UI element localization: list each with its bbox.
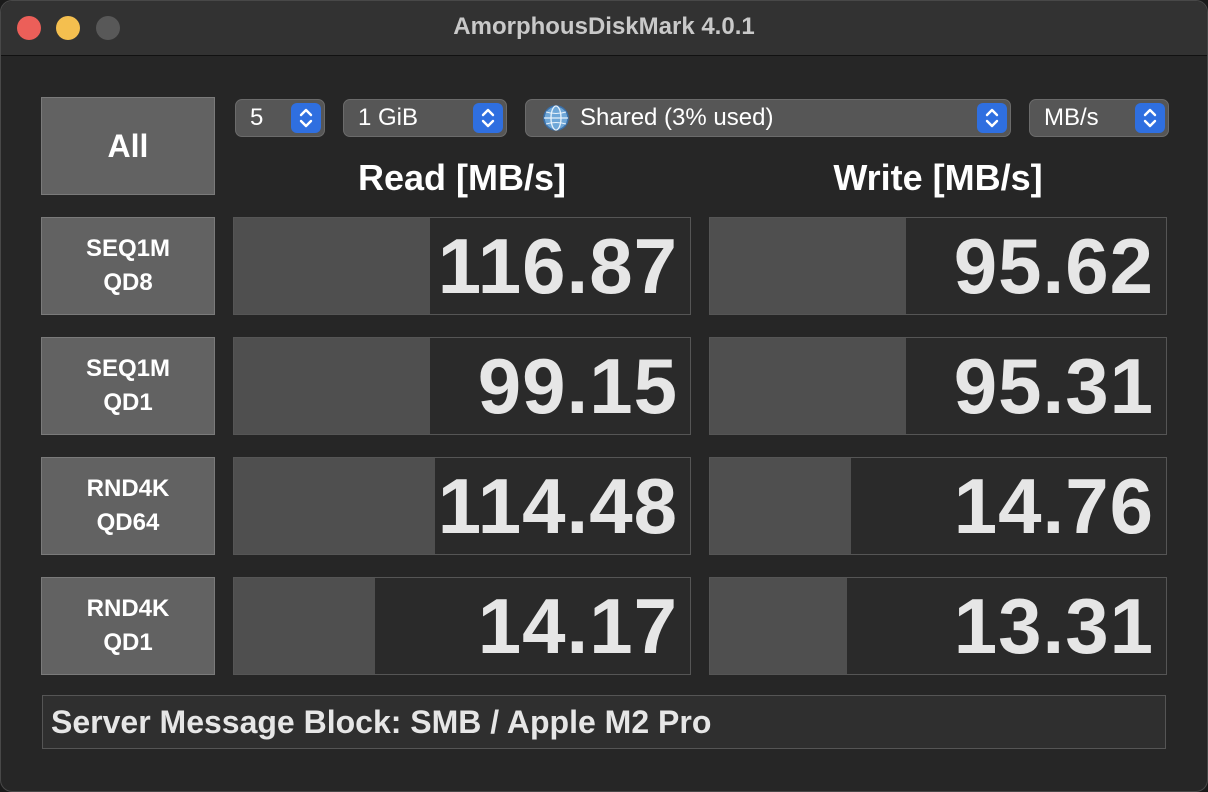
result-bar bbox=[710, 338, 907, 434]
test-button-seq1m-qd8[interactable]: SEQ1M QD8 bbox=[41, 217, 215, 315]
target-volume-value: Shared (3% used) bbox=[580, 104, 774, 131]
read-result-value: 114.48 bbox=[437, 461, 678, 550]
read-result-value: 116.87 bbox=[437, 221, 678, 310]
result-bar bbox=[710, 458, 852, 554]
read-result-cell: 116.87 bbox=[233, 217, 691, 315]
read-result-value: 99.15 bbox=[477, 341, 678, 430]
chevron-updown-icon bbox=[291, 103, 321, 133]
write-result-value: 95.62 bbox=[953, 221, 1154, 310]
unit-value: MB/s bbox=[1044, 104, 1099, 131]
chevron-updown-icon bbox=[1135, 103, 1165, 133]
title-bar: AmorphousDiskMark 4.0.1 bbox=[1, 1, 1207, 56]
result-bar bbox=[234, 458, 435, 554]
read-result-cell: 99.15 bbox=[233, 337, 691, 435]
read-result-cell: 114.48 bbox=[233, 457, 691, 555]
test-count-value: 5 bbox=[250, 104, 264, 131]
write-result-cell: 14.76 bbox=[709, 457, 1167, 555]
run-all-button[interactable]: All bbox=[41, 97, 215, 195]
test-name-line2: QD1 bbox=[103, 629, 153, 656]
test-name-line2: QD1 bbox=[103, 389, 153, 416]
write-result-value: 95.31 bbox=[953, 341, 1154, 430]
write-result-cell: 95.31 bbox=[709, 337, 1167, 435]
test-size-value: 1 GiB bbox=[358, 104, 419, 131]
write-result-cell: 95.62 bbox=[709, 217, 1167, 315]
test-name-line1: SEQ1M bbox=[85, 355, 171, 382]
result-bar bbox=[234, 578, 376, 674]
write-result-value: 14.76 bbox=[953, 461, 1154, 550]
unit-select[interactable]: MB/s bbox=[1029, 99, 1169, 137]
window-title: AmorphousDiskMark 4.0.1 bbox=[453, 13, 755, 40]
result-bar bbox=[234, 338, 431, 434]
test-name-line1: SEQ1M bbox=[85, 235, 171, 262]
target-volume-select[interactable]: Shared (3% used) bbox=[525, 99, 1011, 137]
write-column-header: Write [MB/s] bbox=[833, 157, 1043, 198]
result-bar bbox=[710, 578, 847, 674]
network-globe-icon bbox=[543, 105, 569, 131]
test-name-line1: RND4K bbox=[86, 595, 170, 622]
status-message: Server Message Block: SMB / Apple M2 Pro bbox=[42, 695, 1166, 749]
test-name-line2: QD64 bbox=[96, 509, 160, 536]
test-count-select[interactable]: 5 bbox=[235, 99, 325, 137]
test-name-line2: QD8 bbox=[103, 269, 153, 296]
read-result-value: 14.17 bbox=[477, 581, 678, 670]
test-button-seq1m-qd1[interactable]: SEQ1M QD1 bbox=[41, 337, 215, 435]
test-size-select[interactable]: 1 GiB bbox=[343, 99, 507, 137]
chevron-updown-icon bbox=[473, 103, 503, 133]
test-name-line1: RND4K bbox=[86, 475, 170, 502]
test-button-rnd4k-qd1[interactable]: RND4K QD1 bbox=[41, 577, 215, 675]
result-bar bbox=[234, 218, 431, 314]
write-result-cell: 13.31 bbox=[709, 577, 1167, 675]
read-column-header: Read [MB/s] bbox=[357, 157, 567, 198]
chevron-updown-icon bbox=[977, 103, 1007, 133]
result-bar bbox=[710, 218, 907, 314]
app-window: AmorphousDiskMark 4.0.1 All 5 1 GiB Shar… bbox=[0, 0, 1208, 792]
write-result-value: 13.31 bbox=[953, 581, 1154, 670]
test-button-rnd4k-qd64[interactable]: RND4K QD64 bbox=[41, 457, 215, 555]
read-result-cell: 14.17 bbox=[233, 577, 691, 675]
